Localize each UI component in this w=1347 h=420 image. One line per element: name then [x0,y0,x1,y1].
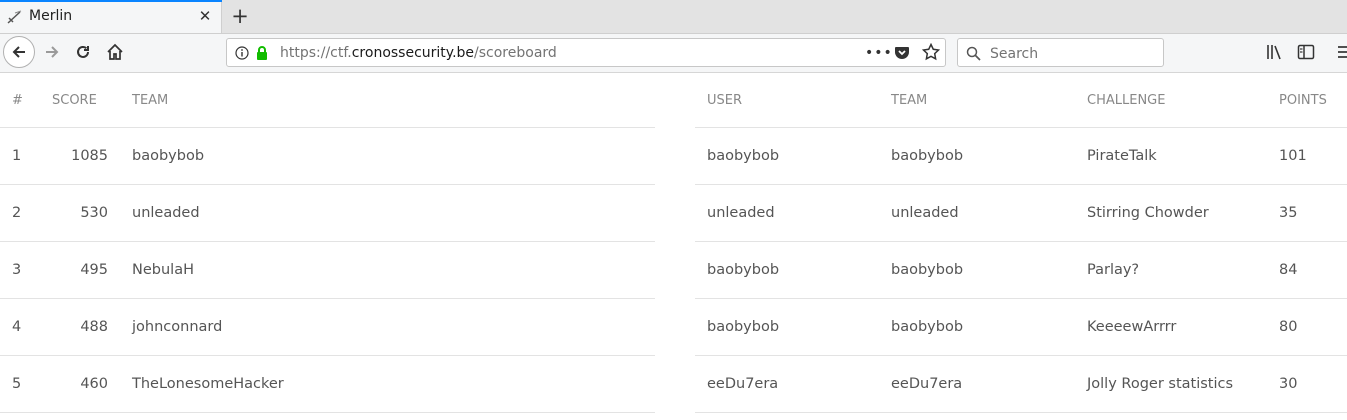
challenge-cell[interactable]: Jolly Roger statistics [1087,355,1279,413]
points-cell: 35 [1279,184,1347,242]
new-tab-button[interactable]: + [229,5,251,27]
url-host: cronossecurity.be [351,45,475,61]
site-info-icon[interactable] [235,46,249,60]
back-button[interactable] [3,36,35,68]
team-column-header: TEAM [132,73,655,128]
rank-cell: 5 [0,355,52,413]
table-row: eeDu7era eeDu7era Jolly Roger statistics… [695,355,1347,413]
url-text[interactable]: https://ctf.cronossecurity.be/scoreboard [280,45,557,61]
bookmark-star-icon[interactable] [922,43,940,61]
url-prefix: https://ctf. [280,45,352,61]
sword-favicon-icon [7,10,22,24]
score-cell: 488 [52,298,132,356]
team-cell[interactable]: unleaded [132,184,655,242]
reload-button[interactable] [68,37,98,67]
user-column-header: USER [695,73,891,128]
browser-tab[interactable]: Merlin ✕ [0,0,222,33]
points-column-header: POINTS [1279,73,1347,128]
table-row: 1 1085 baobybob [0,127,655,185]
points-cell: 30 [1279,355,1347,413]
rank-cell: 1 [0,127,52,185]
active-tab-indicator [0,0,222,2]
user-cell[interactable]: baobybob [695,127,891,185]
reload-icon [77,45,89,58]
forward-button[interactable] [37,37,67,67]
points-cell: 80 [1279,298,1347,356]
challenge-cell[interactable]: KeeeewArrrr [1087,298,1279,356]
team-cell[interactable]: TheLonesomeHacker [132,355,655,413]
challenge-column-header: CHALLENGE [1087,73,1279,128]
team-cell[interactable]: baobybob [891,298,1087,356]
solves-header-row: USER TEAM CHALLENGE POINTS [695,73,1347,128]
score-cell: 530 [52,184,132,242]
team-cell[interactable]: NebulaH [132,241,655,299]
team-cell[interactable]: baobybob [891,127,1087,185]
rank-column-header: # [0,73,52,128]
team-column-header: TEAM [891,73,1087,128]
user-cell[interactable]: unleaded [695,184,891,242]
search-input[interactable] [988,42,1162,65]
team-cell[interactable]: unleaded [891,184,1087,242]
score-cell: 1085 [52,127,132,185]
table-row: baobybob baobybob PirateTalk 101 [695,127,1347,185]
team-cell[interactable]: johnconnard [132,298,655,356]
navigation-toolbar: https://ctf.cronossecurity.be/scoreboard… [0,34,1347,73]
user-cell[interactable]: eeDu7era [695,355,891,413]
table-row: 2 530 unleaded [0,184,655,242]
pocket-icon[interactable] [894,45,910,61]
home-icon [107,43,123,60]
menu-icon[interactable] [1336,43,1347,61]
forward-arrow-icon [46,46,59,58]
table-row: unleaded unleaded Stirring Chowder 35 [695,184,1347,242]
close-tab-icon[interactable]: ✕ [196,7,214,25]
sidebar-toggle-icon[interactable] [1297,43,1315,61]
score-cell: 495 [52,241,132,299]
challenge-cell[interactable]: Stirring Chowder [1087,184,1279,242]
url-path: /scoreboard [474,45,557,61]
url-bar[interactable]: https://ctf.cronossecurity.be/scoreboard… [226,38,946,67]
home-button[interactable] [100,37,130,67]
user-cell[interactable]: baobybob [695,241,891,299]
points-cell: 101 [1279,127,1347,185]
challenge-cell[interactable]: PirateTalk [1087,127,1279,185]
page-content: # SCORE TEAM 1 1085 baobybob 2 530 unlea… [0,73,1347,420]
search-icon [966,46,981,61]
back-arrow-icon [12,46,25,58]
lock-icon[interactable] [256,45,268,61]
scoreboard-table: # SCORE TEAM 1 1085 baobybob 2 530 unlea… [0,73,655,413]
table-row: baobybob baobybob Parlay? 84 [695,241,1347,299]
rank-cell: 4 [0,298,52,356]
table-row: 3 495 NebulaH [0,241,655,299]
page-actions-menu-icon[interactable]: ••• [865,45,893,61]
points-cell: 84 [1279,241,1347,299]
user-cell[interactable]: baobybob [695,298,891,356]
scoreboard-header-row: # SCORE TEAM [0,73,655,128]
team-cell[interactable]: baobybob [891,241,1087,299]
challenge-cell[interactable]: Parlay? [1087,241,1279,299]
table-row: 4 488 johnconnard [0,298,655,356]
team-cell[interactable]: eeDu7era [891,355,1087,413]
team-cell[interactable]: baobybob [132,127,655,185]
table-row: baobybob baobybob KeeeewArrrr 80 [695,298,1347,356]
search-bar[interactable] [957,38,1164,67]
table-row: 5 460 TheLonesomeHacker [0,355,655,413]
score-column-header: SCORE [52,73,132,128]
rank-cell: 2 [0,184,52,242]
tab-strip: Merlin ✕ + [0,0,1347,34]
solves-table: USER TEAM CHALLENGE POINTS baobybob baob… [695,73,1347,413]
rank-cell: 3 [0,241,52,299]
library-icon[interactable] [1265,43,1283,61]
tab-title: Merlin [29,8,73,24]
score-cell: 460 [52,355,132,413]
